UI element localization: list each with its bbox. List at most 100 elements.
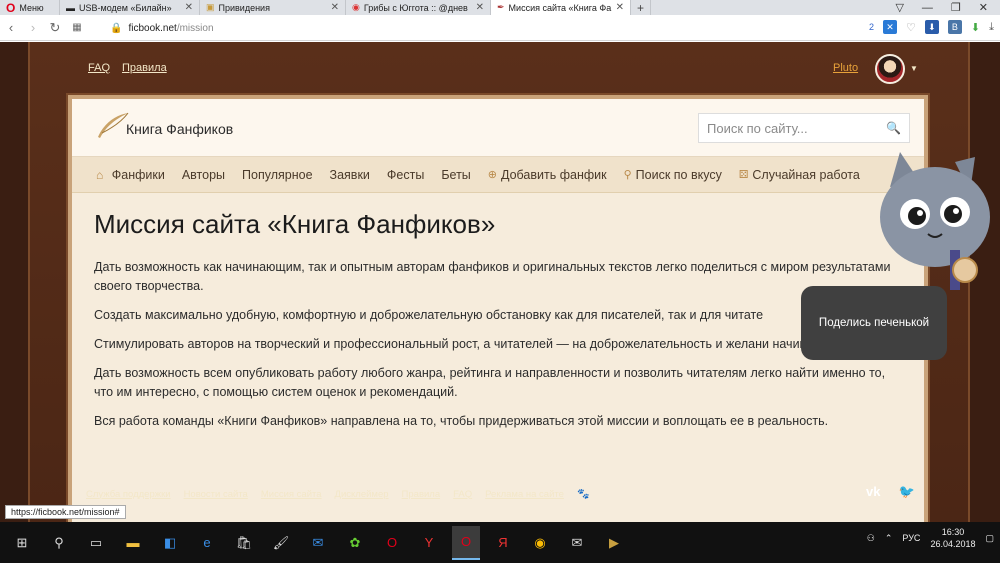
minimize-icon[interactable]: — [922, 2, 933, 14]
start-icon[interactable]: ⊞ [8, 526, 36, 560]
task-view-icon[interactable]: ▭ [82, 526, 110, 560]
footer-news-link[interactable]: Новости сайта [184, 489, 248, 500]
video-icon[interactable]: ▶ [600, 526, 628, 560]
edge-icon[interactable]: e [193, 526, 221, 560]
footer-ads-link[interactable]: Реклама на сайте [485, 489, 564, 500]
twitter-icon[interactable]: 🐦 [898, 484, 914, 500]
paw-icon[interactable]: 🐾 [577, 489, 589, 500]
restore-icon[interactable]: ❐ [951, 1, 961, 14]
forward-icon[interactable]: › [22, 20, 44, 35]
nav-requests[interactable]: Заявки [321, 168, 378, 182]
close-tab-icon[interactable]: ✕ [185, 2, 193, 13]
footer-faq-link[interactable]: FAQ [453, 489, 472, 500]
nav-fanfics[interactable]: Фанфики [103, 168, 173, 182]
system-tray: ⚇ ⌃ РУС 16:30 26.04.2018 ▢ [867, 526, 994, 550]
search-input[interactable]: Поиск по сайту... 🔍 [698, 113, 910, 143]
share-cookie-bubble[interactable]: Поделись печенькой [801, 286, 947, 360]
search-icon[interactable]: 🔍 [886, 121, 901, 135]
menu-label: Меню [19, 2, 44, 13]
search-icon[interactable]: ⚲ [45, 526, 73, 560]
nav-label: Популярное [242, 167, 313, 182]
url-text: ficbook.net/mission [128, 23, 213, 34]
rules-link[interactable]: Правила [122, 62, 167, 74]
nav-fests[interactable]: Фесты [378, 168, 432, 182]
cat-mascot-icon[interactable] [860, 142, 1000, 292]
nav-betas[interactable]: Беты [433, 168, 479, 182]
nav-popular[interactable]: Популярное [234, 168, 322, 182]
window-controls: ▽ — ❐ ✕ [895, 0, 1000, 15]
footer-disclaimer-link[interactable]: Дисклеймер [335, 489, 389, 500]
icq-icon[interactable]: ✿ [341, 526, 369, 560]
vk-icon[interactable]: vk [866, 484, 880, 500]
tab-title: USB-модем «Билайн» [79, 2, 172, 13]
download-ext-icon[interactable]: ⬇ [924, 20, 939, 34]
speed-dial-icon[interactable]: ▦ [66, 22, 88, 33]
social-links: vk 🐦 [866, 484, 915, 500]
url-field[interactable]: 🔒 ficbook.net/mission [110, 19, 890, 37]
yandex-icon[interactable]: Y [415, 526, 443, 560]
tab-ghosts[interactable]: ▣ Привидения ✕ [200, 0, 346, 15]
opera-logo-icon: O [6, 0, 16, 15]
bubble-text: Поделись печенькой [818, 317, 930, 329]
logo-text[interactable]: Книга Фанфиков [126, 121, 233, 137]
content-panel: Книга Фанфиков Поиск по сайту... 🔍 ⌂ Фан… [68, 95, 928, 522]
mail-app-icon[interactable]: ✉ [304, 526, 332, 560]
page-viewport: FAQ Правила Pluto ▼ Книга Фанфиков Поиск… [0, 42, 1000, 522]
lock-icon: 🔒 [110, 22, 123, 34]
username-link[interactable]: Pluto [833, 62, 858, 74]
new-tab-button[interactable]: + [631, 0, 651, 15]
nav-taste-search[interactable]: ⚲ Поиск по вкусу [615, 168, 730, 182]
chrome-icon[interactable]: ◉ [526, 526, 554, 560]
tab-title: Привидения [218, 2, 270, 13]
footer-rules-link[interactable]: Правила [402, 489, 441, 500]
url-path: /mission [176, 22, 214, 34]
tab-usb-modem[interactable]: ▬ USB-модем «Билайн» ✕ [60, 0, 200, 15]
file-explorer-icon[interactable]: ▬ [119, 526, 147, 560]
paint-icon[interactable]: 🖌 [267, 526, 295, 560]
search-icon: ⚲ [623, 169, 632, 181]
nav-random[interactable]: ⚄ Случайная работа [730, 168, 868, 182]
store-icon[interactable]: 🛍 [230, 526, 258, 560]
footer-mission-link[interactable]: Миссия сайта [261, 489, 322, 500]
nav-label: Авторы [181, 167, 226, 182]
faq-link[interactable]: FAQ [88, 62, 110, 74]
language-indicator[interactable]: РУС [902, 533, 920, 543]
site-header: Книга Фанфиков Поиск по сайту... 🔍 [72, 99, 924, 157]
downloads-icon[interactable]: ⤓ [989, 21, 994, 34]
footer-support-link[interactable]: Служба поддержки [86, 489, 171, 500]
mission-paragraph: Создать максимально удобную, комфортную … [94, 308, 764, 322]
opera-icon[interactable]: O [378, 526, 406, 560]
green-ext-icon[interactable]: ⬇ [971, 21, 980, 34]
tab-mission[interactable]: ✒ Миссия сайта «Книга Фа ✕ [491, 0, 631, 15]
opera-menu-button[interactable]: O Меню [0, 0, 60, 15]
home-icon[interactable]: ⌂ [72, 168, 103, 182]
nav-authors[interactable]: Авторы [173, 168, 233, 182]
close-tab-icon[interactable]: ✕ [616, 2, 624, 13]
nav-label: Добавить фанфик [501, 167, 607, 182]
back-icon[interactable]: ‹ [0, 20, 22, 35]
heart-icon[interactable]: ♡ [906, 21, 916, 34]
chevron-down-icon[interactable]: ▼ [910, 64, 918, 73]
close-tab-icon[interactable]: ✕ [476, 2, 484, 13]
vpn-icon[interactable]: ✕ [883, 20, 898, 34]
mail-icon[interactable]: ✉ [563, 526, 591, 560]
tab-menu-icon[interactable]: ▽ [895, 1, 903, 14]
avatar[interactable] [875, 54, 905, 84]
close-tab-icon[interactable]: ✕ [331, 2, 339, 13]
nav-add-fanfic[interactable]: ⊕ Добавить фанфик [479, 168, 615, 182]
people-icon[interactable]: ⚇ [867, 533, 875, 544]
nav-label: Случайная работа [752, 167, 860, 182]
opera-active-icon[interactable]: O [452, 525, 480, 560]
clock[interactable]: 16:30 26.04.2018 [930, 526, 975, 550]
yandex-browser-icon[interactable]: Я [489, 526, 517, 560]
quill-favicon-icon: ✒ [497, 2, 505, 12]
notifications-icon[interactable]: ▢ [985, 533, 994, 544]
tray-expand-icon[interactable]: ⌃ [885, 533, 893, 544]
reload-icon[interactable]: ↻ [44, 20, 66, 36]
vk-ext-icon[interactable]: В [947, 20, 962, 34]
media-player-icon[interactable]: ◧ [156, 526, 184, 560]
tab-title: Миссия сайта «Книга Фа [508, 2, 612, 13]
address-bar: ‹ › ↻ ▦ 🔒 ficbook.net/mission 2 ✕ ♡ ⬇ В … [0, 15, 1000, 41]
close-window-icon[interactable]: ✕ [979, 1, 988, 14]
tab-mushrooms[interactable]: ◉ Грибы с Юггота :: @днев ✕ [346, 0, 491, 15]
